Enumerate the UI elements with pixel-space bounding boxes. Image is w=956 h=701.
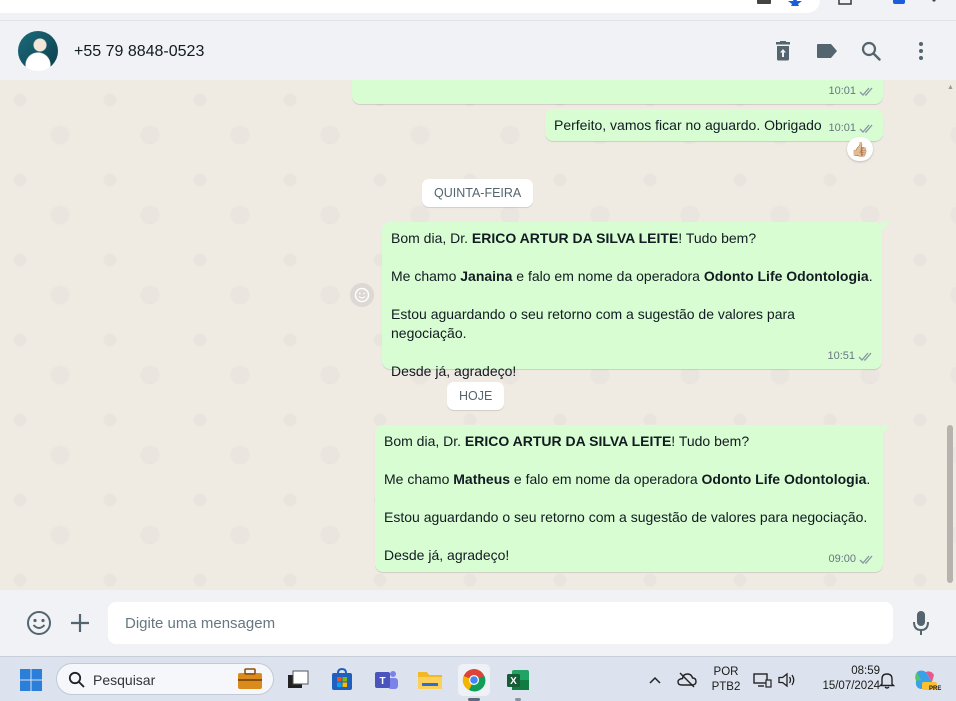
read-ticks-icon bbox=[859, 555, 873, 564]
scrollbar-thumb[interactable] bbox=[947, 425, 953, 583]
message-line: Desde já, agradeço! bbox=[384, 547, 510, 563]
microsoft-store-icon[interactable] bbox=[326, 664, 358, 696]
bubble-tail bbox=[882, 425, 891, 434]
chat-header: +55 79 8848-0523 bbox=[0, 20, 956, 80]
message-line: Me chamo Matheus e falo em nome da opera… bbox=[384, 471, 871, 487]
search-icon bbox=[68, 671, 85, 688]
message-bubble-partial[interactable]: 10:01 bbox=[352, 80, 883, 104]
message-time: 10:01 bbox=[828, 85, 856, 97]
message-meta: 10:01 bbox=[828, 119, 875, 138]
react-smiley-icon[interactable] bbox=[350, 283, 374, 307]
date-separator: QUINTA-FEIRA bbox=[422, 179, 534, 207]
briefcase-icon bbox=[238, 668, 262, 689]
taskbar-search-label: Pesquisar bbox=[93, 672, 156, 688]
scroll-up-icon[interactable]: ▲ bbox=[947, 84, 954, 91]
svg-text:X: X bbox=[510, 676, 517, 687]
message-line: Estou aguardando o seu retorno com a sug… bbox=[391, 306, 795, 341]
windows-start-icon[interactable] bbox=[15, 664, 47, 696]
message-meta: 10:01 bbox=[828, 82, 875, 101]
address-bar-edge bbox=[0, 0, 820, 13]
message-bubble[interactable]: Perfeito, vamos ficar no aguardo. Obriga… bbox=[545, 109, 883, 141]
message-line: Estou aguardando o seu retorno com a sug… bbox=[384, 509, 868, 525]
copilot-icon[interactable]: PRE bbox=[909, 664, 941, 696]
system-clock[interactable]: 08:59 15/07/2024 bbox=[806, 664, 880, 694]
tab-icon[interactable] bbox=[838, 0, 852, 9]
cloud-off-icon[interactable] bbox=[673, 664, 701, 696]
contact-name[interactable]: +55 79 8848-0523 bbox=[74, 43, 204, 61]
read-ticks-icon bbox=[858, 352, 872, 361]
message-time: 10:51 bbox=[827, 350, 855, 362]
taskbar-search[interactable]: Pesquisar bbox=[56, 663, 274, 695]
notification-bell-icon[interactable] bbox=[873, 664, 901, 696]
network-icon[interactable] bbox=[750, 664, 774, 696]
message-bubble[interactable]: Bom dia, Dr. ERICO ARTUR DA SILVA LEITE!… bbox=[382, 222, 890, 379]
message-meta: 10:51 bbox=[827, 347, 874, 366]
browser-menu-icon[interactable] bbox=[932, 0, 936, 9]
read-ticks-icon bbox=[859, 124, 873, 133]
profile-icon[interactable] bbox=[892, 0, 906, 9]
bubble-tail bbox=[881, 222, 890, 231]
message-bubble[interactable]: Bom dia, Dr. ERICO ARTUR DA SILVA LEITE!… bbox=[375, 425, 891, 572]
message-line: Bom dia, Dr. ERICO ARTUR DA SILVA LEITE!… bbox=[384, 433, 750, 449]
chevron-up-icon[interactable] bbox=[641, 664, 669, 696]
delete-icon[interactable] bbox=[771, 39, 795, 63]
language-indicator[interactable]: POR PTB2 bbox=[707, 665, 745, 695]
message-input[interactable] bbox=[108, 602, 893, 644]
search-icon[interactable] bbox=[859, 39, 883, 63]
message-time: 10:01 bbox=[828, 122, 856, 134]
chat-scrollbar[interactable]: ▲ bbox=[946, 80, 954, 590]
message-text: Perfeito, vamos ficar no aguardo. Obriga… bbox=[554, 117, 822, 133]
svg-text:T: T bbox=[379, 676, 385, 687]
windows-taskbar: Pesquisar T X POR PTB2 08:59 15/07/2024 bbox=[0, 656, 956, 701]
chat-messages-area[interactable]: 10:01 Perfeito, vamos ficar no aguardo. … bbox=[0, 80, 956, 590]
read-ticks-icon bbox=[859, 87, 873, 96]
bookmark-star-icon[interactable] bbox=[787, 0, 803, 9]
message-line: Desde já, agradeço! bbox=[391, 363, 517, 379]
task-view-icon[interactable] bbox=[282, 664, 314, 696]
chrome-icon[interactable] bbox=[458, 664, 490, 696]
microphone-icon[interactable] bbox=[907, 609, 935, 637]
message-time: 09:00 bbox=[828, 553, 856, 565]
contact-avatar[interactable] bbox=[18, 31, 58, 71]
thumbs-up-reaction-icon[interactable]: 👍🏼 bbox=[847, 137, 873, 161]
label-icon[interactable] bbox=[815, 39, 839, 63]
message-composer bbox=[0, 590, 956, 656]
browser-top-strip bbox=[0, 0, 956, 20]
cast-icon[interactable] bbox=[756, 0, 772, 9]
message-line: Me chamo Janaina e falo em nome da opera… bbox=[391, 268, 873, 284]
message-line: Bom dia, Dr. ERICO ARTUR DA SILVA LEITE!… bbox=[391, 230, 757, 246]
message-meta: 09:00 bbox=[828, 550, 875, 569]
attach-plus-icon[interactable] bbox=[66, 609, 94, 637]
copilot-pre-badge: PRE bbox=[929, 686, 942, 692]
menu-icon[interactable] bbox=[909, 39, 933, 63]
emoji-icon[interactable] bbox=[25, 609, 53, 637]
excel-icon[interactable]: X bbox=[502, 664, 534, 696]
volume-icon[interactable] bbox=[774, 664, 800, 696]
file-explorer-icon[interactable] bbox=[414, 664, 446, 696]
teams-icon[interactable]: T bbox=[370, 664, 402, 696]
date-separator: HOJE bbox=[447, 382, 505, 410]
